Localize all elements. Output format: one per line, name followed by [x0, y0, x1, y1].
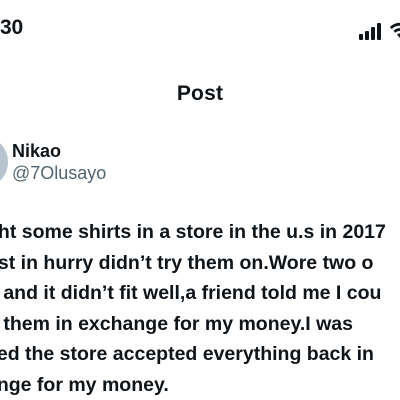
avatar-image	[0, 136, 8, 188]
page-header: Post	[0, 74, 400, 114]
status-time: 30	[0, 16, 23, 39]
wifi-icon	[389, 22, 400, 38]
signal-icon	[359, 23, 381, 40]
status-bar: 30	[0, 0, 400, 64]
post-text-line: ked the store accepted everything back i…	[0, 343, 374, 365]
author-handle[interactable]: @7Olusayo	[12, 163, 106, 184]
post-text-line: n them in exchange for my money.I was	[0, 312, 353, 335]
post-text-line: ange for my money.	[0, 373, 169, 396]
post-text: ght some shirts in a store in the u.s in…	[0, 217, 400, 400]
post-text-line: ust in hurry didn’t try them on.Wore two…	[0, 251, 374, 274]
avatar[interactable]	[0, 136, 8, 188]
page-title: Post	[176, 82, 224, 105]
post-text-line: ght some shirts in a store in the u.s in…	[0, 221, 386, 243]
post-text-line: n and it didn’t fit well,a friend told m…	[0, 282, 382, 304]
author-name[interactable]: Nikao	[12, 141, 61, 162]
post-screen: 30 Post Nikao @7Olusayo ght some shirts …	[0, 0, 400, 400]
